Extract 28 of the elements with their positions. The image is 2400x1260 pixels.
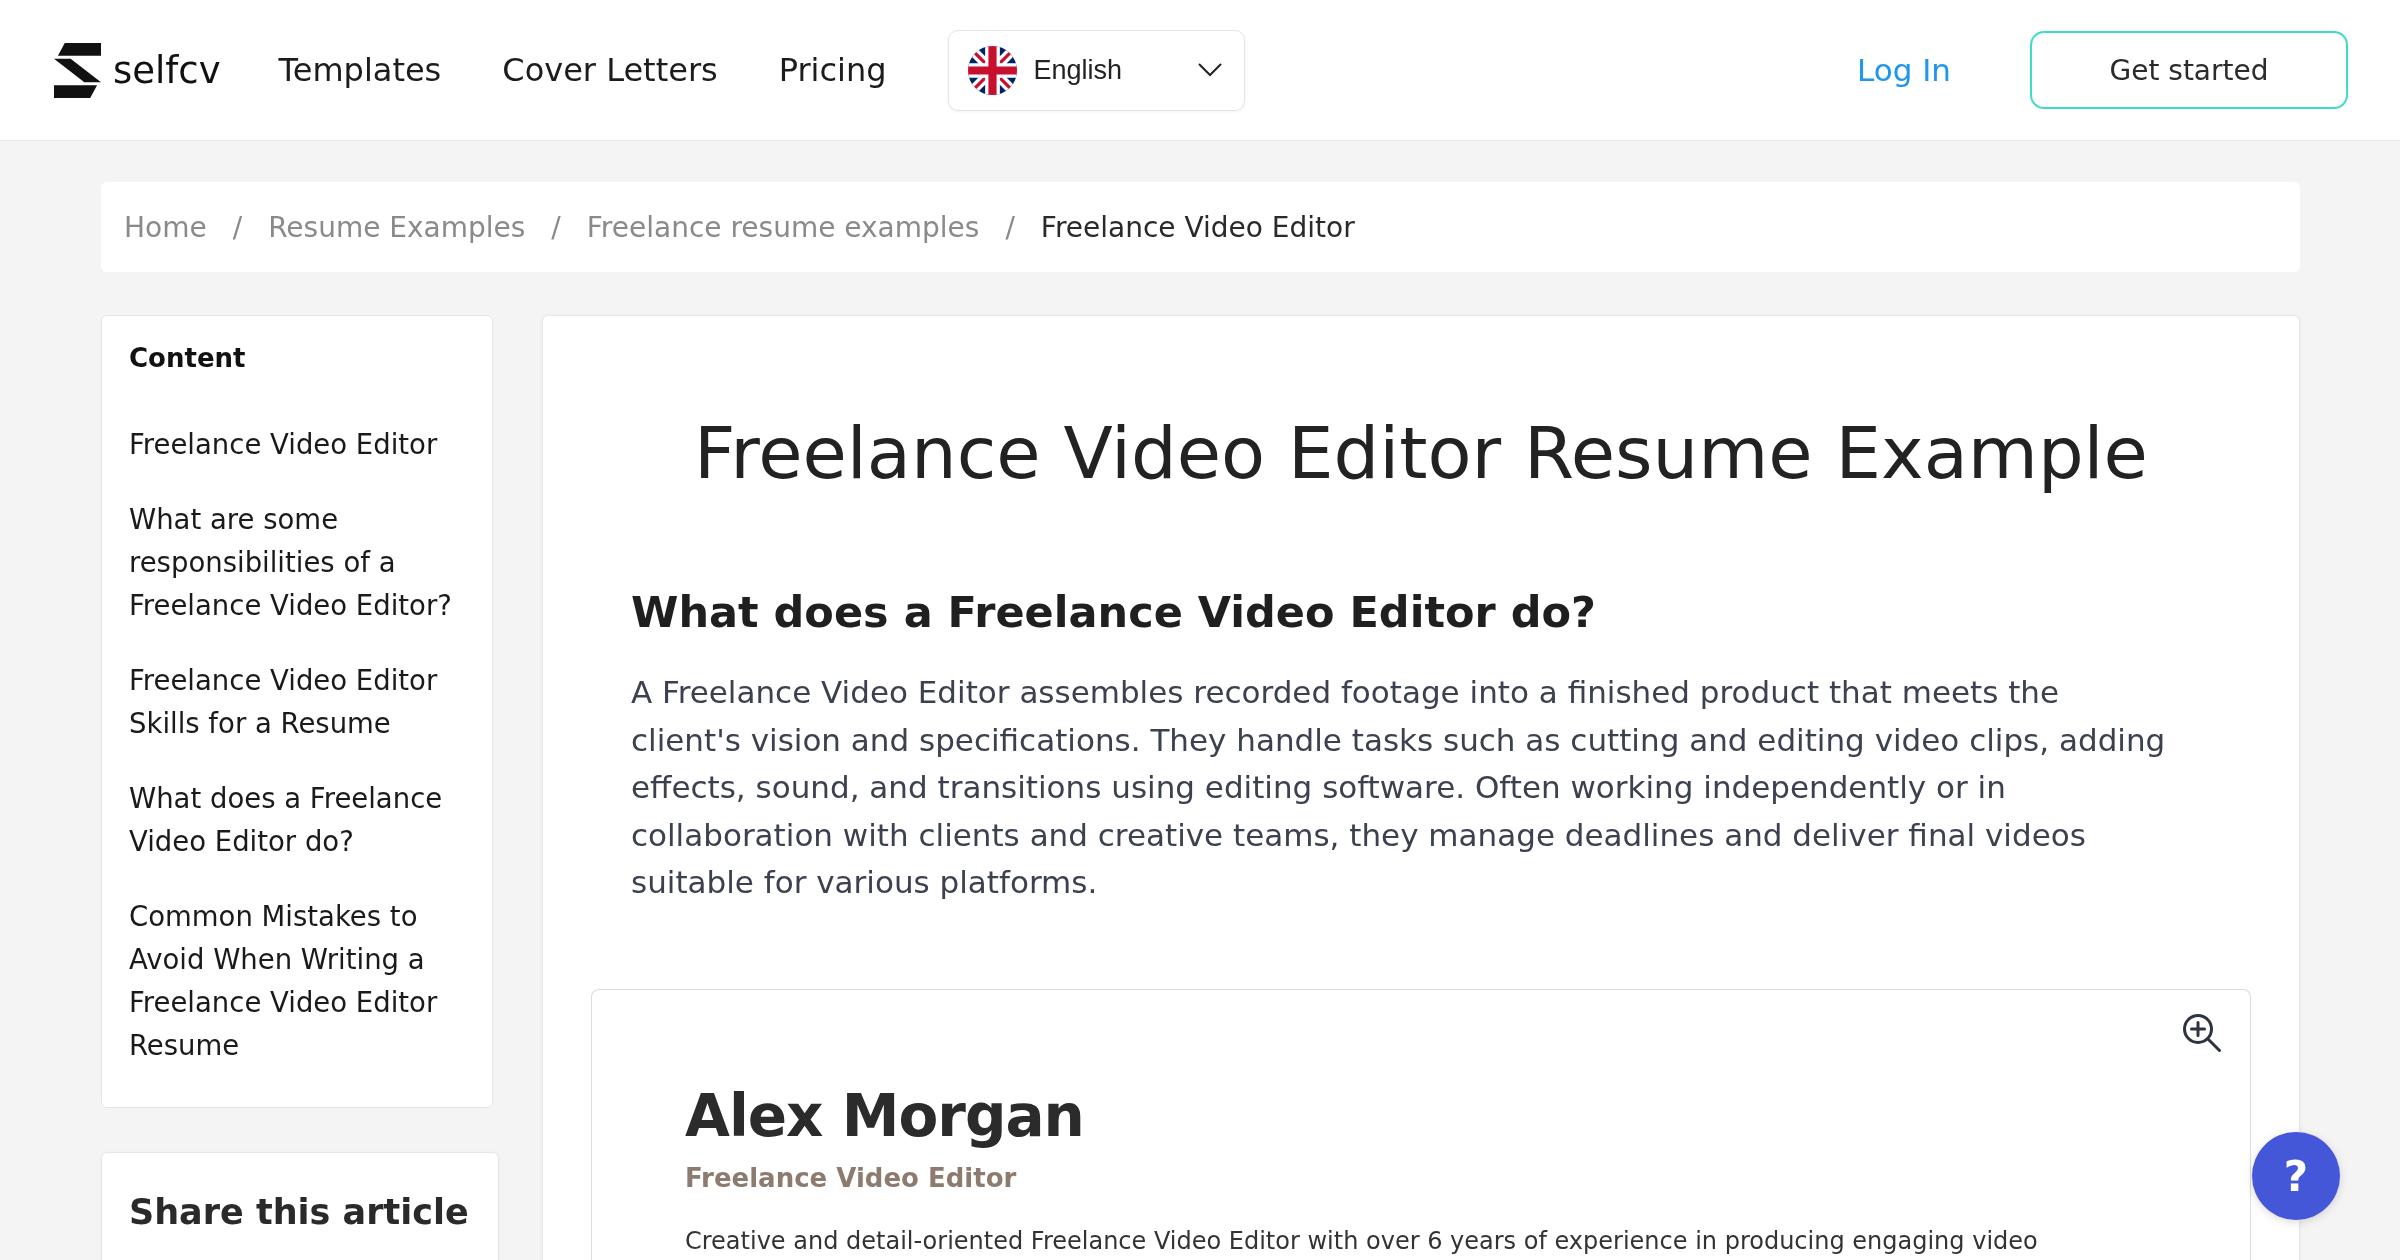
logo-icon xyxy=(54,42,101,98)
contents-link[interactable]: Freelance Video Editor xyxy=(129,423,470,466)
nav-link[interactable]: Templates xyxy=(278,51,442,89)
language-dropdown[interactable]: English xyxy=(947,29,1245,111)
flag-icon xyxy=(967,45,1017,95)
nav-link[interactable]: Pricing xyxy=(778,51,887,89)
share-heading: Share this article xyxy=(129,1191,470,1234)
resume-role: Freelance Video Editor xyxy=(685,1161,1018,1195)
breadcrumb-current-page: Freelance Video Editor xyxy=(1040,210,1355,244)
help-button[interactable]: ? xyxy=(2252,1132,2340,1220)
section-paragraph: A Freelance Video Editor assembles recorded footage into a finished product that meets the client's vision and specifications. They handle tasks such as cutting and editing video clips, adding effects, sound, and transitions using editing software. Often working independently or in collaboration with clients and creative teams, they manage deadlines and deliver final videos suitable for various platforms. xyxy=(631,673,2167,902)
contents-link[interactable]: What does a Freelance Video Editor do? xyxy=(129,777,470,863)
resume-name: Alex Morgan xyxy=(685,1080,1085,1151)
get-started-button[interactable]: Get started xyxy=(2030,31,2348,109)
contents-link[interactable]: What are some responsibilities of a Freelance Video Editor? xyxy=(129,498,470,627)
breadcrumb-separator: / xyxy=(551,210,561,244)
contents-link[interactable]: Common Mistakes to Avoid When Writing a Freelance Video Editor Resume xyxy=(129,895,470,1067)
breadcrumb-separator: / xyxy=(232,210,243,244)
nav-link[interactable]: Cover Letters xyxy=(502,51,718,89)
breadcrumb-separator: / xyxy=(1005,210,1015,244)
zoom-in-icon[interactable] xyxy=(2182,1012,2222,1053)
article-title: Freelance Video Editor Resume Example xyxy=(693,411,2149,496)
section-heading: What does a Freelance Video Editor do? xyxy=(631,586,1597,639)
contents-heading: Content xyxy=(129,342,247,375)
resume-summary: Creative and detail-oriented Freelance Video Editor with over 6 years of experience in producing engaging video xyxy=(685,1225,2039,1257)
logo-link[interactable]: selfcv xyxy=(54,42,221,98)
contents-link[interactable]: Freelance Video Editor Skills for a Resume xyxy=(129,659,470,745)
chevron-down-icon xyxy=(1197,63,1222,77)
